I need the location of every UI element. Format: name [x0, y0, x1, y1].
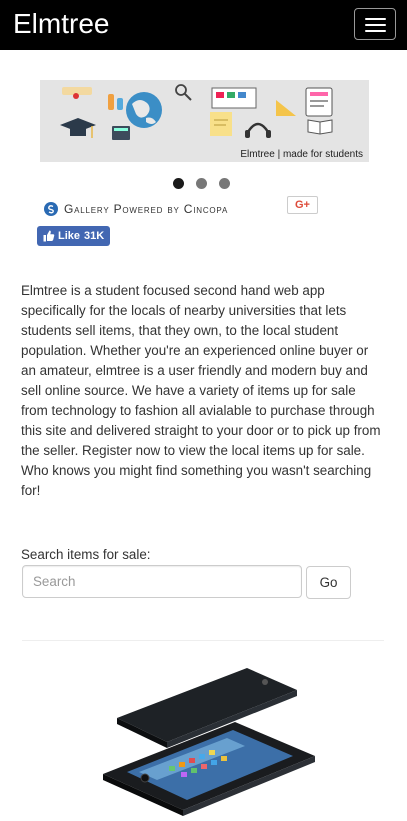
hamburger-icon-bar: [365, 24, 386, 26]
gallery-credit-text: Gallery Powered by Cincopa: [64, 202, 229, 216]
gallery-credit[interactable]: Gallery Powered by Cincopa: [44, 200, 228, 218]
about-text: Elmtree is a student focused second hand…: [21, 283, 381, 498]
brand-title[interactable]: Elmtree: [13, 7, 109, 41]
hamburger-icon-bar: [365, 30, 386, 32]
like-label: Like: [58, 230, 81, 242]
product-image[interactable]: [95, 660, 325, 816]
go-button[interactable]: Go: [306, 566, 351, 599]
hamburger-icon-bar: [365, 18, 386, 20]
carousel-slide-image[interactable]: Elmtree | made for students: [40, 80, 369, 162]
search-input[interactable]: [22, 565, 302, 598]
smartphone-image: [103, 668, 315, 816]
cincopa-logo-icon: [44, 202, 58, 216]
menu-toggle-button[interactable]: [354, 8, 396, 40]
like-count: 31K: [84, 230, 105, 242]
navbar: Elmtree: [0, 0, 407, 50]
carousel-caption: Elmtree | made for students: [240, 149, 363, 160]
carousel-dot[interactable]: [219, 178, 230, 189]
thumbs-up-icon: [43, 230, 55, 242]
google-plus-button[interactable]: G+: [287, 196, 318, 214]
divider: [22, 640, 384, 641]
search-label: Search items for sale:: [21, 547, 151, 562]
facebook-like-button[interactable]: Like 31K: [37, 226, 110, 246]
carousel-dot[interactable]: [173, 178, 184, 189]
carousel-dot[interactable]: [196, 178, 207, 189]
